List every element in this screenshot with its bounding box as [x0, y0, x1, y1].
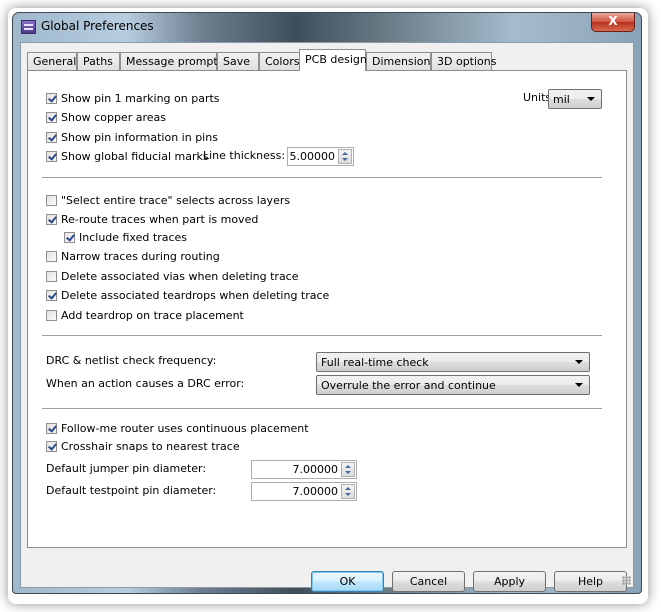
spinner-arrows[interactable] — [341, 462, 355, 477]
checkbox-checked-icon — [46, 422, 57, 434]
delete-teardrops-label: Delete associated teardrops when deletin… — [61, 288, 330, 302]
drc-frequency-value: Full real-time check — [321, 356, 429, 369]
testpoint-diameter-spinner[interactable]: 7.00000 — [251, 482, 357, 501]
drc-frequency-select[interactable]: Full real-time check — [316, 352, 590, 372]
spin-up-icon[interactable] — [342, 152, 348, 155]
checkbox-checked-icon — [46, 92, 57, 104]
checkbox-checked-icon — [46, 111, 57, 123]
chevron-down-icon — [587, 97, 595, 101]
pcb-design-panel: Show pin 1 marking on parts Show copper … — [27, 70, 627, 548]
tab-pcb-design[interactable]: PCB design — [299, 49, 367, 71]
tab-save[interactable]: Save — [217, 52, 259, 70]
separator — [42, 408, 602, 410]
line-thickness-spinner[interactable]: 5.00000 — [287, 147, 354, 166]
show-copper-label: Show copper areas — [61, 110, 166, 124]
units-label: Units — [523, 91, 552, 104]
show-pin1-label: Show pin 1 marking on parts — [61, 91, 220, 105]
select-entire-trace-label: "Select entire trace" selects across lay… — [61, 193, 291, 207]
show-pin-info-checkbox[interactable]: Show pin information in pins — [46, 129, 218, 145]
jumper-diameter-label: Default jumper pin diameter: — [46, 462, 207, 475]
window-title: Global Preferences — [41, 19, 154, 33]
line-thickness-value: 5.00000 — [289, 150, 336, 163]
help-button[interactable]: Help — [554, 571, 627, 592]
testpoint-diameter-label: Default testpoint pin diameter: — [46, 484, 217, 497]
spin-down-icon[interactable] — [345, 493, 351, 496]
chevron-down-icon — [575, 360, 583, 364]
delete-teardrops-checkbox[interactable]: Delete associated teardrops when deletin… — [46, 287, 329, 303]
show-pin-info-label: Show pin information in pins — [61, 130, 218, 144]
resize-grip-icon[interactable] — [622, 576, 631, 585]
crosshair-snaps-checkbox[interactable]: Crosshair snaps to nearest trace — [46, 438, 240, 454]
checkbox-checked-icon — [46, 150, 57, 162]
checkbox-checked-icon — [64, 231, 75, 243]
reroute-traces-label: Re-route traces when part is moved — [61, 212, 259, 226]
checkbox-checked-icon — [46, 440, 57, 452]
units-value: mil — [553, 93, 570, 106]
line-thickness-label: Line thickness: — [203, 149, 286, 162]
show-copper-checkbox[interactable]: Show copper areas — [46, 109, 166, 125]
units-select[interactable]: mil — [548, 89, 602, 109]
delete-vias-checkbox[interactable]: Delete associated vias when deleting tra… — [46, 268, 299, 284]
tab-paths[interactable]: Paths — [77, 52, 120, 70]
testpoint-diameter-value: 7.00000 — [292, 485, 339, 498]
reroute-traces-checkbox[interactable]: Re-route traces when part is moved — [46, 211, 258, 227]
narrow-traces-label: Narrow traces during routing — [61, 249, 220, 263]
follow-me-router-checkbox[interactable]: Follow-me router uses continuous placeme… — [46, 420, 309, 436]
checkbox-checked-icon — [46, 213, 57, 225]
show-pin1-checkbox[interactable]: Show pin 1 marking on parts — [46, 90, 220, 106]
apply-button[interactable]: Apply — [473, 571, 546, 592]
select-entire-trace-checkbox[interactable]: "Select entire trace" selects across lay… — [46, 192, 290, 208]
show-fiducial-checkbox[interactable]: Show global fiducial marks — [46, 148, 209, 164]
tab-colors[interactable]: Colors — [259, 52, 300, 70]
tab-message-prompts[interactable]: Message prompts — [120, 52, 223, 70]
delete-vias-label: Delete associated vias when deleting tra… — [61, 269, 299, 283]
spinner-arrows[interactable] — [341, 484, 355, 499]
separator — [42, 335, 602, 337]
checkbox-unchecked-icon — [46, 250, 57, 262]
tab-general[interactable]: General — [27, 52, 77, 70]
close-button[interactable]: X — [591, 13, 635, 32]
drc-error-select[interactable]: Overrule the error and continue — [316, 375, 590, 395]
cancel-button[interactable]: Cancel — [392, 571, 465, 592]
checkbox-checked-icon — [46, 131, 57, 143]
add-teardrop-checkbox[interactable]: Add teardrop on trace placement — [46, 307, 244, 323]
dialog-client: General Paths Message prompts Save Color… — [20, 42, 634, 592]
show-fiducial-label: Show global fiducial marks — [61, 149, 209, 163]
drc-error-value: Overrule the error and continue — [321, 379, 496, 392]
app-icon — [21, 20, 36, 34]
jumper-diameter-value: 7.00000 — [292, 463, 339, 476]
checkbox-unchecked-icon — [46, 194, 57, 206]
chevron-down-icon — [575, 383, 583, 387]
include-fixed-traces-checkbox[interactable]: Include fixed traces — [64, 229, 187, 245]
separator — [42, 177, 602, 179]
spin-down-icon[interactable] — [342, 158, 348, 161]
checkbox-checked-icon — [46, 289, 57, 301]
add-teardrop-label: Add teardrop on trace placement — [61, 308, 244, 322]
drc-frequency-label: DRC & netlist check frequency: — [46, 354, 217, 367]
tab-3d-options[interactable]: 3D options — [431, 52, 496, 70]
checkbox-unchecked-icon — [46, 309, 57, 321]
title-bar[interactable]: Global Preferences X — [13, 13, 641, 41]
drc-error-label: When an action causes a DRC error: — [46, 377, 245, 390]
crosshair-snaps-label: Crosshair snaps to nearest trace — [61, 439, 240, 453]
jumper-diameter-spinner[interactable]: 7.00000 — [251, 460, 357, 479]
spin-down-icon[interactable] — [345, 471, 351, 474]
tab-dimensions[interactable]: Dimensions — [366, 52, 436, 70]
ok-button[interactable]: OK — [311, 571, 384, 592]
spin-up-icon[interactable] — [345, 465, 351, 468]
include-fixed-traces-label: Include fixed traces — [79, 230, 188, 244]
narrow-traces-checkbox[interactable]: Narrow traces during routing — [46, 248, 220, 264]
global-preferences-window: Global Preferences X General Paths Messa… — [12, 12, 642, 594]
checkbox-unchecked-icon — [46, 270, 57, 282]
spin-up-icon[interactable] — [345, 487, 351, 490]
follow-me-router-label: Follow-me router uses continuous placeme… — [61, 421, 309, 435]
spinner-arrows[interactable] — [338, 149, 352, 164]
